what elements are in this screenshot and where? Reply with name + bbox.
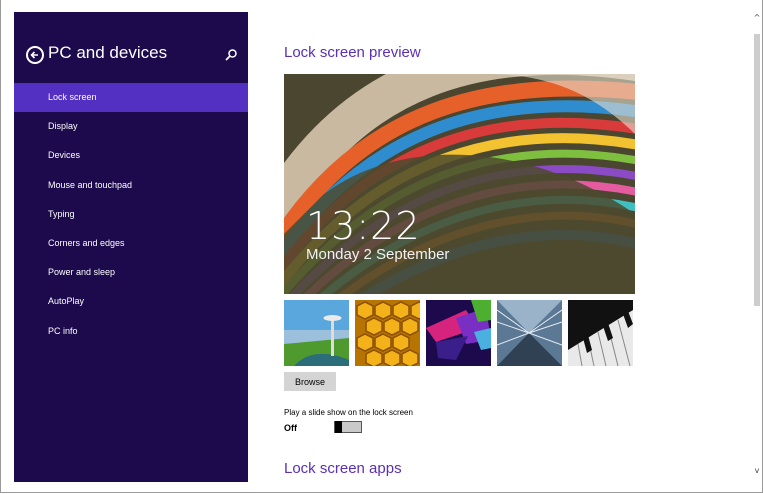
back-arrow-icon[interactable]	[26, 46, 44, 64]
slideshow-toggle[interactable]	[334, 421, 362, 433]
main-content: Lock screen preview 13:22 Monday 2 Septe…	[284, 0, 744, 494]
honeycomb-thumbnail[interactable]	[355, 300, 420, 366]
toggle-knob	[335, 421, 342, 433]
space-needle-thumbnail[interactable]	[284, 300, 349, 366]
piano-keys-thumbnail[interactable]	[568, 300, 633, 366]
building-interior-thumbnail[interactable]	[497, 300, 562, 366]
thumbnail-strip	[284, 300, 635, 366]
abstract-shapes-thumbnail[interactable]	[426, 300, 491, 366]
scroll-up-icon[interactable]: ^	[752, 12, 762, 24]
sidebar-item-lock-screen[interactable]: Lock screen	[14, 83, 248, 113]
sidebar: PC and devices Lock screen Display Devic…	[14, 12, 248, 482]
sidebar-title: PC and devices	[48, 43, 168, 62]
sidebar-item-autoplay[interactable]: AutoPlay	[14, 287, 248, 316]
sidebar-item-devices[interactable]: Devices	[14, 141, 248, 170]
slideshow-state: Off	[284, 423, 297, 433]
settings-window: PC and devices Lock screen Display Devic…	[0, 0, 763, 493]
browse-button[interactable]: Browse	[284, 372, 336, 391]
slideshow-label: Play a slide show on the lock screen	[284, 408, 413, 417]
search-icon[interactable]	[224, 48, 238, 62]
lock-screen-apps-heading: Lock screen apps	[284, 460, 402, 477]
sidebar-item-typing[interactable]: Typing	[14, 200, 248, 229]
vertical-scrollbar[interactable]: ^ v	[752, 12, 762, 477]
lock-screen-clock: 13:22	[306, 204, 421, 248]
lock-screen-preview-heading: Lock screen preview	[284, 44, 421, 61]
sidebar-nav: Lock screen Display Devices Mouse and to…	[14, 83, 248, 346]
sidebar-item-display[interactable]: Display	[14, 112, 248, 141]
lock-screen-preview: 13:22 Monday 2 September	[284, 74, 635, 294]
sidebar-header: PC and devices	[14, 42, 248, 72]
sidebar-item-mouse-and-touchpad[interactable]: Mouse and touchpad	[14, 171, 248, 200]
sidebar-item-power-and-sleep[interactable]: Power and sleep	[14, 258, 248, 287]
lock-screen-date: Monday 2 September	[306, 246, 450, 263]
scroll-thumb[interactable]	[754, 34, 760, 306]
sidebar-item-pc-info[interactable]: PC info	[14, 317, 248, 346]
sidebar-item-corners-and-edges[interactable]: Corners and edges	[14, 229, 248, 258]
scroll-down-icon[interactable]: v	[752, 465, 762, 477]
